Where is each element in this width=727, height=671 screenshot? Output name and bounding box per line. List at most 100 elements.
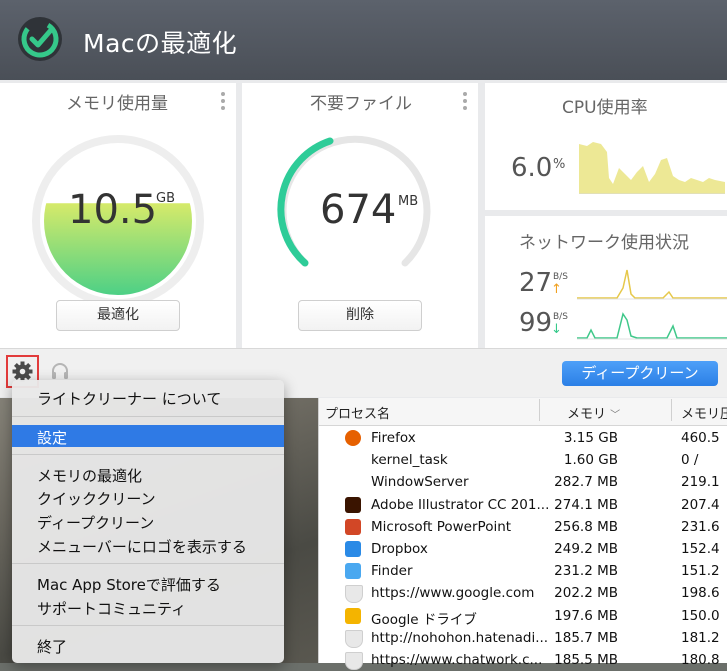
menu-separator xyxy=(12,416,284,417)
process-memory: 3.15 GB xyxy=(563,430,618,446)
memory-panel: メモリ使用量 10.5 GB 最適化 xyxy=(0,83,236,348)
menu-item-deep-clean[interactable]: ディープクリーン xyxy=(12,510,284,532)
network-title: ネットワーク使用状況 xyxy=(519,233,689,253)
process-memory: 282.7 MB xyxy=(554,474,618,491)
process-memory: 249.2 MB xyxy=(554,541,618,557)
table-row[interactable]: Microsoft PowerPoint 256.8 MB 231.6 xyxy=(319,516,727,538)
memory-title: メモリ使用量 xyxy=(66,94,168,114)
column-header-process-name[interactable]: プロセス名 xyxy=(325,403,390,422)
network-upload-value: 27 xyxy=(519,268,553,298)
process-name: https://www.chatwork.c... xyxy=(371,652,543,668)
chevron-down-icon: ﹀ xyxy=(610,410,621,421)
junk-title: 不要ファイル xyxy=(310,94,412,114)
process-compressed-memory: 219.1 xyxy=(681,474,720,491)
menu-separator xyxy=(12,625,284,626)
app-title: Macの最適化 xyxy=(83,29,238,58)
process-name: Finder xyxy=(371,563,413,580)
process-memory: 202.2 MB xyxy=(554,585,618,602)
optimize-button[interactable]: 最適化 xyxy=(56,300,180,331)
memory-value: 10.5 xyxy=(68,187,158,233)
table-row[interactable]: Dropbox 249.2 MB 152.4 xyxy=(319,538,727,560)
app-window: Macの最適化 メモリ使用量 10.5 GB 最適化 不要ファイル 674 MB… xyxy=(0,0,727,398)
delete-button[interactable]: 削除 xyxy=(298,300,422,331)
shield-icon xyxy=(345,652,363,670)
process-compressed-memory: 150.0 xyxy=(681,607,720,624)
network-download-unit: B/S xyxy=(553,312,568,322)
column-header-memory[interactable]: メモリ ﹀ xyxy=(567,403,620,422)
process-compressed-memory: 152.4 xyxy=(681,541,720,557)
junk-unit: MB xyxy=(398,194,419,209)
table-row[interactable]: Adobe Illustrator CC 201... 274.1 MB 207.4 xyxy=(319,494,727,516)
menu-item-quick-clean[interactable]: クイッククリーン xyxy=(12,486,284,508)
process-name: kernel_task xyxy=(371,452,448,469)
finder-icon xyxy=(345,563,361,580)
cpu-title: CPU使用率 xyxy=(562,98,648,118)
table-row[interactable]: http://nohohon.hatenadi... 185.7 MB 181.2 xyxy=(319,627,727,649)
shield-icon xyxy=(345,585,363,604)
menu-item-settings[interactable]: 設定 xyxy=(12,425,284,447)
network-upload-graph xyxy=(577,269,727,300)
process-name: https://www.google.com xyxy=(371,585,535,602)
process-name: http://nohohon.hatenadi... xyxy=(371,629,549,646)
dropbox-icon xyxy=(345,541,361,557)
table-row[interactable]: Firefox 3.15 GB 460.5 xyxy=(319,427,727,449)
process-memory: 185.7 MB xyxy=(554,629,618,646)
process-memory: 185.5 MB xyxy=(554,652,618,668)
menu-separator xyxy=(12,563,284,564)
process-memory: 1.60 GB xyxy=(563,452,618,469)
memory-unit: GB xyxy=(156,191,175,206)
process-name: WindowServer xyxy=(371,474,469,491)
junk-more-icon[interactable] xyxy=(463,92,467,113)
menu-item-rate-app-store[interactable]: Mac App Storeで評価する xyxy=(12,572,284,594)
app-logo-icon xyxy=(18,17,62,61)
menu-item-optimize-memory[interactable]: メモリの最適化 xyxy=(12,463,284,485)
table-row[interactable]: Finder 231.2 MB 151.2 xyxy=(319,560,727,582)
process-name: Microsoft PowerPoint xyxy=(371,518,512,535)
process-memory: 256.8 MB xyxy=(554,518,618,535)
junk-value: 674 xyxy=(320,187,397,233)
process-memory: 231.2 MB xyxy=(554,563,618,580)
table-row[interactable]: Google ドライブ 197.6 MB 150.0 xyxy=(319,605,727,628)
process-name: Firefox xyxy=(371,430,416,446)
process-compressed-memory: 460.5 xyxy=(681,430,720,446)
upload-arrow-icon: ↑ xyxy=(551,282,562,297)
table-row[interactable]: https://www.google.com 202.2 MB 198.6 xyxy=(319,582,727,604)
menu-item-quit[interactable]: 終了 xyxy=(12,634,284,656)
activity-monitor-window: プロセス名 メモリ ﹀ メモリ圧 Firefox 3.15 GB 460.5 kern… xyxy=(318,395,727,670)
cpu-panel: CPU使用率 6.0 % xyxy=(485,83,727,210)
menu-separator xyxy=(12,454,284,455)
network-panel: ネットワーク使用状況 27 B/S ↑ 99 B/S ↓ xyxy=(485,216,727,348)
memory-more-icon[interactable] xyxy=(221,92,225,113)
column-header-compressed[interactable]: メモリ圧 xyxy=(681,403,727,422)
menu-item-support-community[interactable]: サポートコミュニティ xyxy=(12,596,284,618)
process-compressed-memory: 207.4 xyxy=(681,496,720,513)
powerpoint-icon xyxy=(345,518,361,535)
table-row[interactable]: WindowServer 282.7 MB 219.1 xyxy=(319,471,727,493)
network-download-graph xyxy=(577,312,727,340)
illustrator-icon xyxy=(345,496,361,513)
junk-files-panel: 不要ファイル 674 MB 削除 xyxy=(242,83,478,348)
process-compressed-memory: 231.6 xyxy=(681,518,720,535)
table-row[interactable]: https://www.chatwork.c... 185.5 MB 180.8 xyxy=(319,649,727,671)
cpu-graph xyxy=(579,142,725,194)
cpu-value: 6.0 xyxy=(511,153,553,183)
shield-icon xyxy=(345,629,363,648)
process-compressed-memory: 151.2 xyxy=(681,563,720,580)
cpu-unit: % xyxy=(553,157,566,172)
settings-menu: ライトクリーナー について 設定 メモリの最適化 クイッククリーン ディープクリ… xyxy=(12,380,284,663)
process-memory: 197.6 MB xyxy=(554,607,618,624)
title-bar: Macの最適化 xyxy=(0,0,727,80)
network-upload-unit: B/S xyxy=(553,272,568,282)
process-compressed-memory: 198.6 xyxy=(681,585,720,602)
menu-item-about[interactable]: ライトクリーナー について xyxy=(12,386,284,408)
process-table-header: プロセス名 メモリ ﹀ メモリ圧 xyxy=(319,395,727,426)
process-name: Adobe Illustrator CC 201... xyxy=(371,496,550,513)
table-row[interactable]: kernel_task 1.60 GB 0 / xyxy=(319,449,727,471)
download-arrow-icon: ↓ xyxy=(551,322,562,337)
deep-clean-button[interactable]: ディープクリーン xyxy=(562,361,718,386)
process-compressed-memory: 0 / xyxy=(681,452,699,469)
network-download-value: 99 xyxy=(519,308,553,338)
process-memory: 274.1 MB xyxy=(554,496,618,513)
menu-item-show-logo[interactable]: メニューバーにロゴを表示する xyxy=(12,534,284,556)
process-name: Google ドライブ xyxy=(371,611,477,628)
